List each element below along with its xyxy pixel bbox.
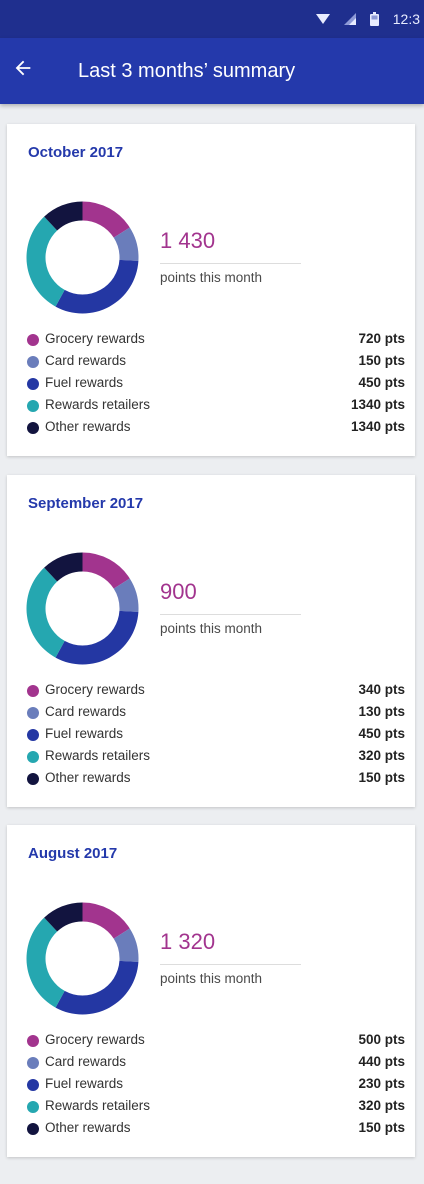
donut-slice-retailers (26, 216, 65, 307)
legend-row-fuel: Fuel rewards 450 pts (27, 724, 405, 746)
legend-value: 500 pts (358, 1032, 405, 1047)
legend-label: Grocery rewards (45, 331, 145, 346)
other-dot (27, 773, 39, 785)
legend-label: Grocery rewards (45, 1032, 145, 1047)
legend-value: 150 pts (358, 770, 405, 785)
legend-row-fuel: Fuel rewards 450 pts (27, 373, 405, 395)
rewards-donut-chart (26, 902, 139, 1015)
battery-icon (369, 12, 379, 26)
donut-slice-fuel (55, 610, 139, 665)
legend-value: 720 pts (358, 331, 405, 346)
month-title: September 2017 (28, 495, 144, 512)
legend-row-retailers: Rewards retailers 320 pts (27, 1096, 405, 1118)
fuel-dot (27, 729, 39, 741)
rewards-legend: Grocery rewards 340 pts Card rewards 130… (27, 680, 405, 790)
back-button[interactable] (8, 55, 38, 85)
legend-value: 320 pts (358, 748, 405, 763)
legend-label: Card rewards (45, 704, 127, 719)
legend-row-retailers: Rewards retailers 320 pts (27, 746, 405, 768)
legend-label: Other rewards (45, 770, 131, 785)
legend-row-other: Other rewards 150 pts (27, 768, 405, 790)
legend-value: 320 pts (358, 1098, 405, 1113)
legend-label: Grocery rewards (45, 682, 145, 697)
legend-row-card: Card rewards 130 pts (27, 702, 405, 724)
legend-label: Rewards retailers (45, 1098, 151, 1113)
status-icons: 12:3 (315, 0, 424, 38)
legend-value: 450 pts (358, 375, 405, 390)
wifi-icon (315, 13, 330, 25)
signal-icon (343, 13, 356, 25)
legend-label: Rewards retailers (45, 748, 151, 763)
legend-row-card: Card rewards 440 pts (27, 1052, 405, 1074)
donut-slice-fuel (55, 259, 139, 314)
legend-label: Fuel rewards (45, 375, 124, 390)
fuel-dot (27, 378, 39, 390)
grocery-dot (27, 1035, 39, 1047)
legend-label: Other rewards (45, 419, 131, 434)
points-caption: points this month (160, 270, 263, 285)
legend-row-retailers: Rewards retailers 1340 pts (27, 395, 405, 417)
rewards-donut-chart (26, 201, 139, 314)
card-dot (27, 707, 39, 719)
legend-value: 440 pts (358, 1054, 405, 1069)
donut-slice-fuel (55, 960, 139, 1015)
legend-value: 150 pts (358, 353, 405, 368)
legend-label: Rewards retailers (45, 397, 151, 412)
month-summary-card: August 2017 1 320 points this month Groc… (7, 825, 415, 1157)
legend-row-fuel: Fuel rewards 230 pts (27, 1074, 405, 1096)
retailers-dot (27, 400, 39, 412)
grocery-dot (27, 685, 39, 697)
rewards-legend: Grocery rewards 500 pts Card rewards 440… (27, 1030, 405, 1140)
other-dot (27, 1123, 39, 1135)
other-dot (27, 422, 39, 434)
retailers-dot (27, 751, 39, 763)
card-dot (27, 356, 39, 368)
status-time: 12:3 (392, 11, 420, 27)
legend-row-grocery: Grocery rewards 500 pts (27, 1030, 405, 1052)
points-caption: points this month (160, 971, 263, 986)
card-dot (27, 1057, 39, 1069)
legend-row-grocery: Grocery rewards 720 pts (27, 329, 405, 351)
points-total: 1 430 (160, 228, 216, 253)
donut-slice-retailers (26, 917, 65, 1008)
donut-slice-retailers (26, 567, 65, 658)
legend-row-other: Other rewards 1340 pts (27, 417, 405, 439)
legend-value: 230 pts (358, 1076, 405, 1091)
legend-value: 450 pts (358, 726, 405, 741)
divider (160, 614, 301, 615)
points-total: 1 320 (160, 929, 216, 954)
retailers-dot (27, 1101, 39, 1113)
page-title: Last 3 months’ summary (78, 60, 296, 82)
legend-value: 340 pts (358, 682, 405, 697)
legend-row-grocery: Grocery rewards 340 pts (27, 680, 405, 702)
month-summary-card: October 2017 1 430 points this month Gro… (7, 124, 415, 456)
rewards-donut-chart (26, 552, 139, 665)
app-bar: Last 3 months’ summary (0, 38, 424, 104)
legend-label: Card rewards (45, 1054, 127, 1069)
legend-row-card: Card rewards 150 pts (27, 351, 405, 373)
month-title: October 2017 (28, 144, 124, 161)
legend-row-other: Other rewards 150 pts (27, 1118, 405, 1140)
legend-value: 1340 pts (350, 419, 405, 434)
fuel-dot (27, 1079, 39, 1091)
legend-value: 130 pts (358, 704, 405, 719)
arrow-back-icon (12, 57, 34, 84)
month-title: August 2017 (28, 845, 118, 862)
status-bar: 12:3 (0, 0, 424, 38)
divider (160, 964, 301, 965)
grocery-dot (27, 334, 39, 346)
rewards-legend: Grocery rewards 720 pts Card rewards 150… (27, 329, 405, 439)
legend-label: Card rewards (45, 353, 127, 368)
legend-value: 150 pts (358, 1120, 405, 1135)
points-total: 900 (160, 579, 197, 604)
legend-label: Fuel rewards (45, 726, 124, 741)
points-caption: points this month (160, 621, 263, 636)
month-summary-card: September 2017 900 points this month Gro… (7, 475, 415, 807)
legend-label: Other rewards (45, 1120, 131, 1135)
divider (160, 263, 301, 264)
legend-value: 1340 pts (350, 397, 405, 412)
legend-label: Fuel rewards (45, 1076, 124, 1091)
